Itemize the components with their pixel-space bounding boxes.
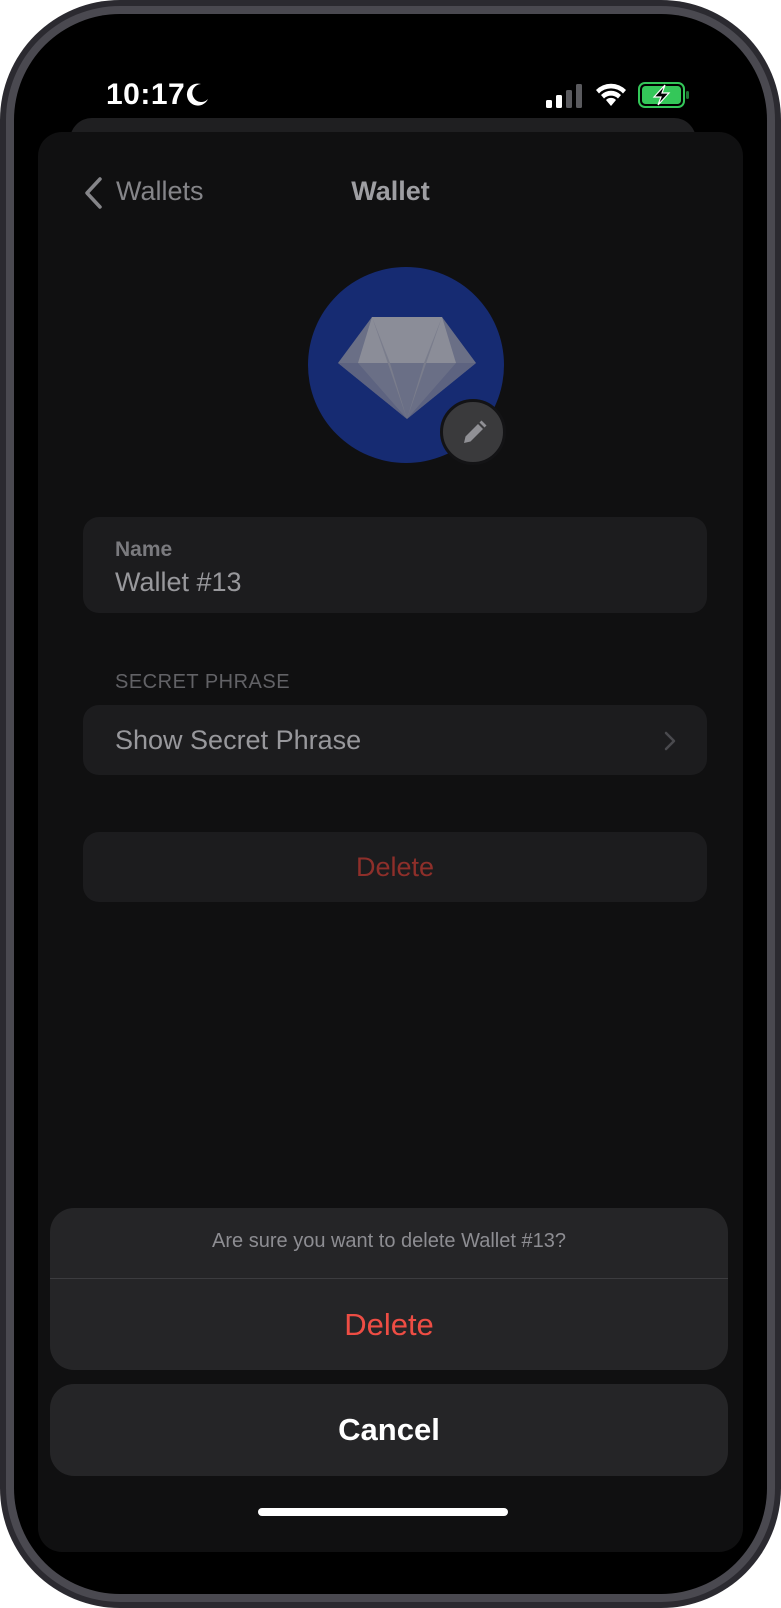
status-time: 10:17: [106, 78, 186, 111]
confirm-delete-button[interactable]: Delete: [50, 1279, 728, 1370]
screen: 10:17 Wallets Wallet Name Wallet #13 SEC…: [14, 14, 767, 1594]
battery-charging-icon: [638, 82, 689, 108]
signal-icon: [546, 84, 582, 108]
name-field-label: Name: [115, 538, 173, 561]
name-field[interactable]: Name Wallet #13: [83, 517, 707, 613]
edit-avatar-button[interactable]: [440, 399, 506, 465]
page-title: Wallet: [351, 176, 430, 206]
wifi-icon: [596, 83, 626, 106]
delete-confirmation-sheet: Are sure you want to delete Wallet #13? …: [50, 1208, 728, 1370]
cancel-button[interactable]: Cancel: [50, 1384, 728, 1476]
chevron-right-icon: [664, 731, 676, 751]
name-field-value[interactable]: Wallet #13: [115, 567, 242, 598]
show-secret-phrase-row[interactable]: Show Secret Phrase: [83, 705, 707, 775]
delete-wallet-row[interactable]: Delete: [83, 832, 707, 902]
show-secret-phrase-label: Show Secret Phrase: [115, 725, 362, 755]
action-sheet-message: Are sure you want to delete Wallet #13?: [212, 1230, 566, 1252]
moon-icon: [186, 83, 208, 106]
phone-frame: 10:17 Wallets Wallet Name Wallet #13 SEC…: [0, 0, 781, 1608]
delete-wallet-label: Delete: [355, 852, 435, 882]
secret-phrase-section-header: SECRET PHRASE: [115, 671, 291, 693]
home-indicator[interactable]: [258, 1508, 508, 1516]
pencil-icon: [464, 420, 487, 443]
